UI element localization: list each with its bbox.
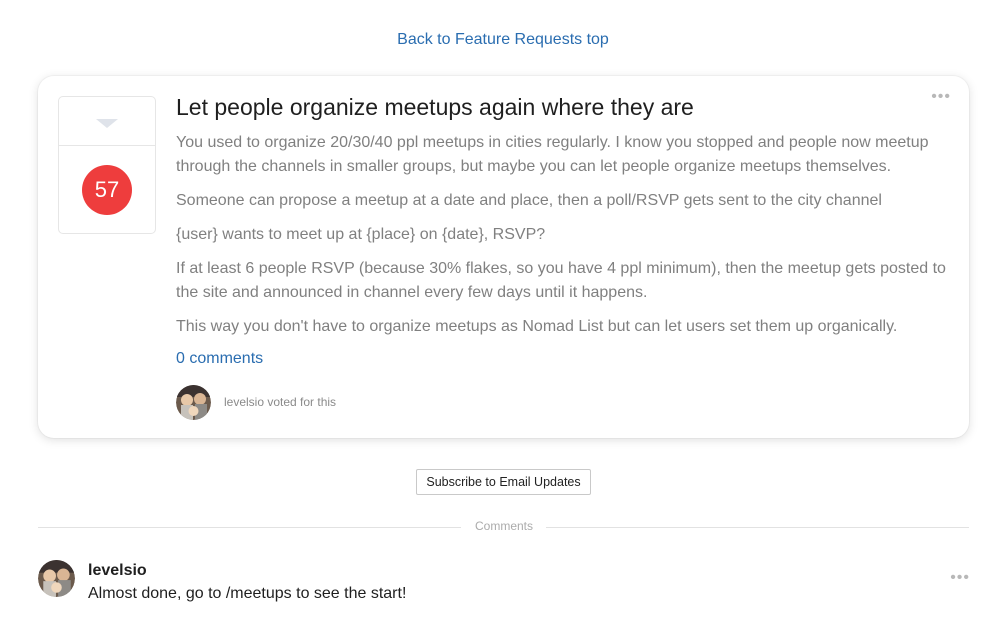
comments-divider-label: Comments bbox=[474, 519, 533, 533]
post-paragraph: {user} wants to meet up at {place} on {d… bbox=[176, 226, 546, 243]
feature-request-card: 57 ••• Let people organize meetups again… bbox=[38, 76, 969, 438]
comment-author-name[interactable]: levelsio bbox=[88, 562, 147, 580]
voter-text: levelsio voted for this bbox=[224, 395, 337, 409]
post-paragraph: This way you don't have to organize meet… bbox=[176, 318, 898, 335]
post-body: You used to organize 20/30/40 ppl meetup… bbox=[176, 131, 956, 349]
user-avatar-icon bbox=[38, 560, 75, 597]
vote-count-badge: 57 bbox=[82, 165, 132, 215]
user-avatar-icon bbox=[176, 385, 211, 420]
comments-divider-right bbox=[546, 527, 969, 528]
comment-item: levelsio Almost done, go to /meetups to … bbox=[38, 560, 970, 610]
comment-author-avatar[interactable] bbox=[38, 560, 75, 597]
comment-more-options-icon[interactable]: ••• bbox=[950, 570, 970, 586]
upvote-button[interactable] bbox=[59, 97, 155, 146]
post-paragraph: You used to organize 20/30/40 ppl meetup… bbox=[176, 134, 929, 175]
subscribe-email-updates-button[interactable]: Subscribe to Email Updates bbox=[416, 469, 591, 495]
post-paragraph: Someone can propose a meetup at a date a… bbox=[176, 192, 882, 209]
vote-widget: 57 bbox=[58, 96, 156, 234]
comment-text: Almost done, go to /meetups to see the s… bbox=[88, 585, 407, 602]
post-more-options-icon[interactable]: ••• bbox=[931, 89, 951, 105]
comments-divider-left bbox=[38, 527, 461, 528]
comments-count-link[interactable]: 0 comments bbox=[176, 350, 263, 368]
upvote-triangle-icon bbox=[96, 119, 118, 128]
post-paragraph: If at least 6 people RSVP (because 30% f… bbox=[176, 260, 946, 301]
post-title: Let people organize meetups again where … bbox=[176, 94, 694, 120]
back-to-feature-requests-link[interactable]: Back to Feature Requests top bbox=[0, 31, 1000, 49]
feature-request-page: Back to Feature Requests top 57 ••• Let … bbox=[0, 0, 1000, 628]
voter-avatar[interactable] bbox=[176, 385, 211, 420]
